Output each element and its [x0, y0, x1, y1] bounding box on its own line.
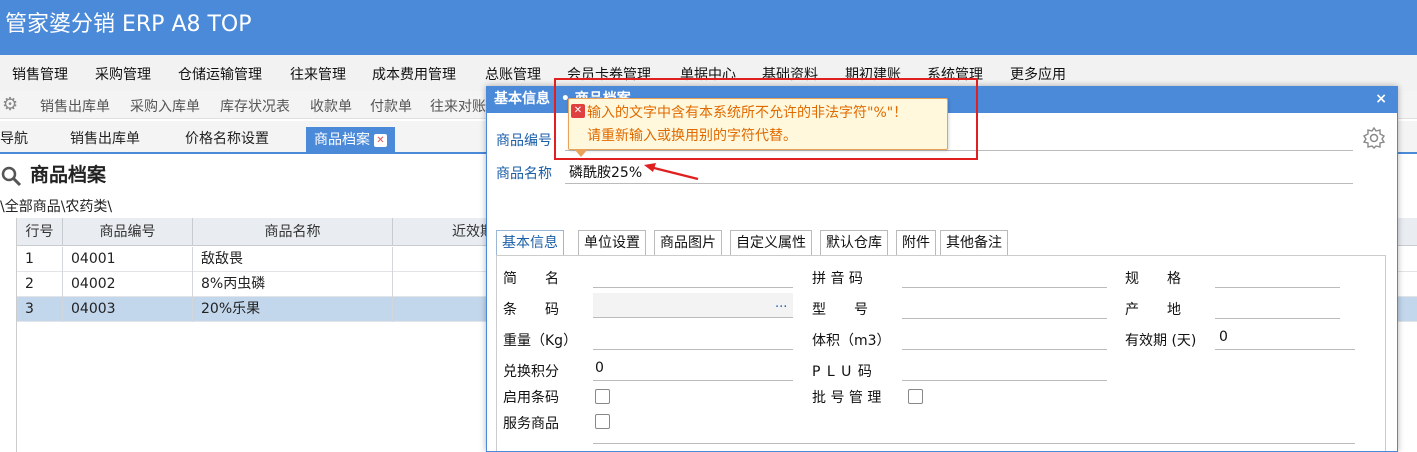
pinyin-field[interactable] — [902, 287, 1107, 288]
product-name-label: 商品名称 — [496, 166, 552, 182]
app-title-bar: 管家婆分销 ERP A8 TOP — [0, 0, 1417, 55]
cell-code: 04003 — [63, 297, 193, 322]
tab-default-warehouse[interactable]: 默认仓库 — [820, 230, 888, 256]
menu-accounts[interactable]: 往来管理 — [290, 64, 346, 84]
batch-mgmt-checkbox[interactable] — [908, 389, 923, 404]
barcode-label: 条 码 — [503, 302, 559, 318]
dialog-title: 基本信息 — [494, 91, 550, 107]
tab-navigation[interactable]: 导航 — [0, 126, 28, 154]
tab-sales-out[interactable]: 销售出库单 — [70, 126, 140, 154]
menu-ledger[interactable]: 总账管理 — [485, 64, 541, 84]
short-name-label: 简 名 — [503, 271, 559, 287]
cell-code: 04002 — [63, 272, 193, 297]
close-icon[interactable]: × — [1375, 90, 1387, 108]
enable-barcode-label: 启用条码 — [503, 390, 559, 406]
annotation-arrow-icon — [644, 163, 699, 181]
cell-name: 20%乐果 — [193, 297, 393, 322]
toolbar-sales-out[interactable]: 销售出库单 — [40, 96, 110, 116]
batch-mgmt-label: 批 号 管 理 — [812, 390, 882, 406]
gear-icon[interactable]: ⚙ — [2, 95, 22, 115]
cell-name: 8%丙虫磷 — [193, 272, 393, 297]
barcode-browse-button[interactable]: ··· — [775, 300, 787, 315]
menu-purchase[interactable]: 采购管理 — [95, 64, 151, 84]
basic-info-panel: 简 名 拼 音 码 规 格 条 码 ··· 型 号 产 地 重量（Kg） 体积（… — [496, 255, 1386, 451]
page-title: 商品档案 — [0, 160, 106, 187]
plu-field[interactable] — [902, 380, 1107, 381]
service-product-label: 服务商品 — [503, 416, 559, 432]
product-name-input[interactable]: 磷酰胺25% — [569, 162, 642, 182]
toolbar-purchase-in[interactable]: 采购入库单 — [130, 96, 200, 116]
enable-barcode-checkbox[interactable] — [595, 389, 610, 404]
tab-basic-info[interactable]: 基本信息 — [496, 230, 564, 256]
cell-row-no: 1 — [17, 247, 63, 272]
plu-label: P L U 码 — [812, 364, 873, 380]
menu-sales[interactable]: 销售管理 — [12, 64, 68, 84]
tab-custom-attributes[interactable]: 自定义属性 — [730, 230, 812, 256]
cell-row-no: 3 — [17, 297, 63, 322]
product-code-label: 商品编号 — [496, 133, 552, 149]
cell-code: 04001 — [63, 247, 193, 272]
col-row-no[interactable]: 行号 — [17, 218, 63, 246]
tab-price-names[interactable]: 价格名称设置 — [185, 126, 269, 154]
points-label: 兑换积分 — [503, 364, 559, 380]
toolbar-reconcile[interactable]: 往来对账 — [430, 96, 486, 116]
origin-label: 产 地 — [1125, 302, 1181, 318]
tab-other-notes[interactable]: 其他备注 — [940, 230, 1008, 256]
tab-unit-settings[interactable]: 单位设置 — [578, 230, 646, 256]
points-input[interactable]: 0 — [595, 360, 604, 376]
spec-field[interactable] — [1215, 287, 1340, 288]
page-title-text: 商品档案 — [30, 164, 107, 186]
col-name[interactable]: 商品名称 — [193, 218, 393, 246]
cell-row-no: 2 — [17, 272, 63, 297]
menu-warehouse[interactable]: 仓储运输管理 — [178, 64, 262, 84]
annotation-highlight-box — [554, 78, 978, 160]
close-icon[interactable]: ✕ — [374, 133, 387, 147]
service-product-checkbox[interactable] — [595, 414, 610, 429]
tab-attachments[interactable]: 附件 — [896, 230, 936, 256]
app-title: 管家婆分销 ERP A8 TOP — [5, 12, 252, 37]
form-divider — [593, 443, 1355, 444]
dialog-body: 商品编号 商品名称 磷酰胺25% 基本信息 单位设置 商品图片 自定义属性 默认… — [487, 113, 1397, 451]
tab-product-images[interactable]: 商品图片 — [654, 230, 722, 256]
volume-label: 体积（m3） — [812, 333, 891, 349]
tab-product-archive-label: 商品档案 — [314, 132, 370, 148]
toolbar-receipt[interactable]: 收款单 — [310, 96, 352, 116]
validity-input[interactable]: 0 — [1219, 329, 1228, 345]
toolbar-stock-status[interactable]: 库存状况表 — [220, 96, 290, 116]
toolbar-payment[interactable]: 付款单 — [370, 96, 412, 116]
search-icon — [1, 166, 22, 186]
col-code[interactable]: 商品编号 — [63, 218, 193, 246]
menu-cost[interactable]: 成本费用管理 — [372, 64, 456, 84]
cell-name: 敌敌畏 — [193, 247, 393, 272]
product-name-underline — [565, 183, 1353, 184]
validity-underline — [1215, 349, 1355, 350]
pinyin-label: 拼 音 码 — [812, 271, 863, 287]
volume-field[interactable] — [902, 349, 1107, 350]
tab-product-archive[interactable]: 商品档案 ✕ — [306, 127, 395, 154]
weight-label: 重量（Kg） — [503, 333, 578, 349]
weight-field[interactable] — [593, 349, 793, 350]
short-name-field[interactable] — [593, 287, 793, 288]
points-underline — [593, 380, 793, 381]
validity-label: 有效期 (天) — [1125, 333, 1197, 349]
model-field[interactable] — [902, 318, 1107, 319]
barcode-field[interactable] — [593, 293, 793, 318]
breadcrumb[interactable]: \全部商品\农药类\ — [0, 196, 112, 216]
origin-field[interactable] — [1215, 318, 1340, 319]
menu-more-apps[interactable]: 更多应用 — [1010, 64, 1066, 84]
settings-icon[interactable] — [1362, 126, 1386, 150]
spec-label: 规 格 — [1125, 271, 1181, 287]
model-label: 型 号 — [812, 302, 868, 318]
